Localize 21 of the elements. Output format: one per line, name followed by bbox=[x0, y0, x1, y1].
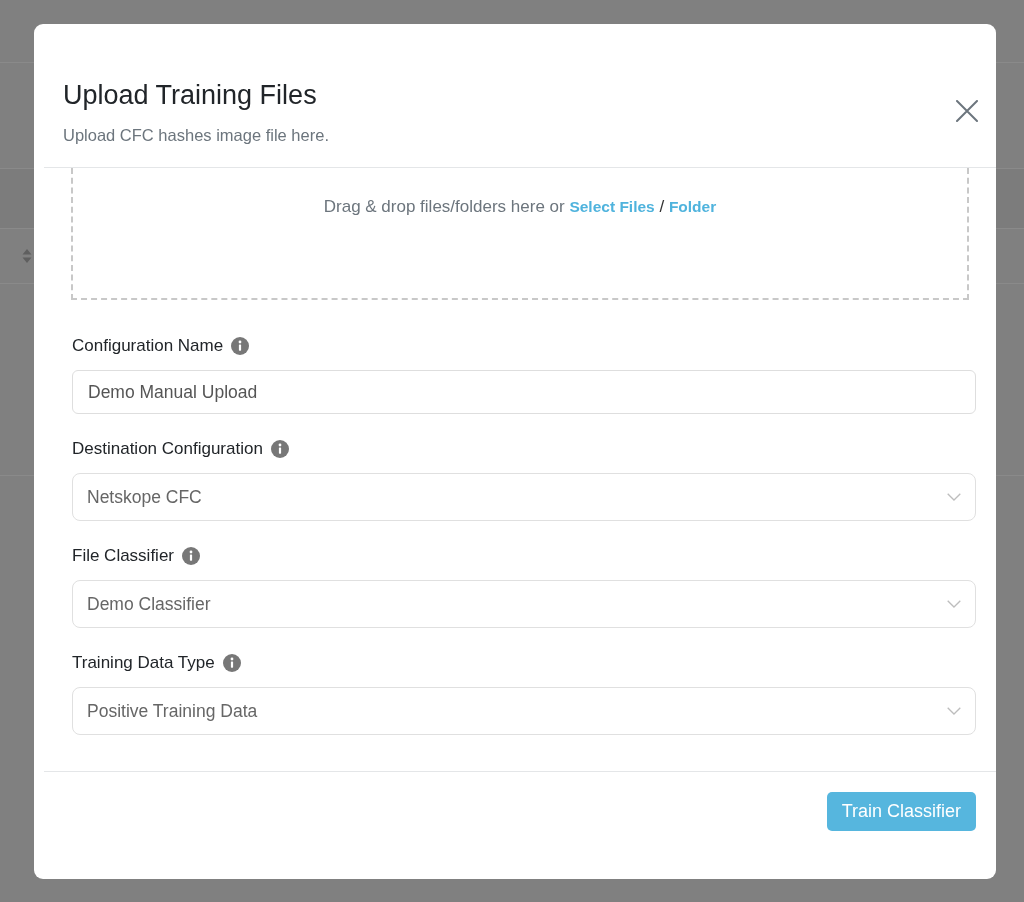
info-icon[interactable] bbox=[231, 337, 250, 355]
close-icon bbox=[956, 100, 978, 122]
chevron-down-icon bbox=[947, 493, 961, 501]
info-icon[interactable] bbox=[222, 654, 241, 672]
dialog-title: Upload Training Files bbox=[63, 80, 318, 110]
text-input[interactable]: Demo Manual Upload bbox=[72, 370, 976, 414]
close-button[interactable] bbox=[956, 100, 978, 122]
field-label: File Classifier bbox=[72, 545, 175, 567]
info-icon[interactable] bbox=[270, 440, 289, 458]
info-icon[interactable] bbox=[182, 547, 201, 565]
dropdown-select[interactable]: Netskope CFC bbox=[72, 473, 976, 521]
field-label: Configuration Name bbox=[72, 335, 224, 357]
dropdown-select[interactable]: Demo Classifier bbox=[72, 580, 976, 628]
field-label: Destination Configuration bbox=[72, 438, 263, 460]
sort-icon bbox=[22, 248, 32, 264]
drop-zone-prompt: Drag & drop files/folders here or Select Files / Folder bbox=[323, 196, 717, 218]
dialog-subtitle: Upload CFC hashes image file here. bbox=[63, 125, 329, 146]
dropdown-select[interactable]: Positive Training Data bbox=[72, 687, 976, 735]
field-label: Training Data Type bbox=[72, 652, 215, 674]
chevron-down-icon bbox=[947, 600, 961, 608]
chevron-down-icon bbox=[947, 707, 961, 715]
